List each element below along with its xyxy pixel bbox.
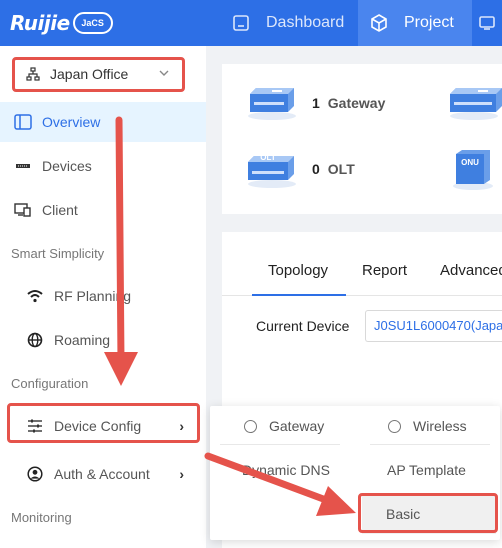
sidebar-item-rf-planning[interactable]: RF Planning: [0, 276, 206, 316]
sidebar-item-label: Auth & Account: [54, 466, 150, 482]
sidebar-item-overview[interactable]: Overview: [0, 102, 206, 142]
jacs-cloud-badge: JaCS: [72, 12, 113, 34]
chevron-right-icon: ›: [179, 466, 184, 482]
device-summary-card: 1 Gateway OLT 0 OLT ONU: [222, 64, 502, 214]
sliders-icon: [26, 417, 44, 435]
nav-more[interactable]: [472, 0, 502, 46]
sidebar-item-label: Device Config: [54, 418, 142, 434]
gateway-device-icon: [244, 84, 300, 127]
tab-bar: Topology Report Advanced: [222, 262, 502, 296]
chevron-down-icon: [158, 66, 170, 82]
nav-dashboard-label: Dashboard: [266, 14, 345, 31]
nav-project[interactable]: Project: [358, 0, 472, 46]
onu-device-icon: ONU: [450, 146, 496, 197]
top-navigation-bar: Ruijie JaCS Dashboard Project: [0, 0, 502, 46]
submenu-item-ap-template[interactable]: AP Template: [387, 462, 466, 478]
current-device-select[interactable]: J0SU1L6000470(Japan: [365, 310, 502, 342]
network-tree-icon: [26, 67, 42, 81]
olt-count: 0: [312, 161, 320, 177]
device-config-submenu: Gateway Wireless Dynamic DNS AP Template…: [210, 406, 500, 540]
section-title-monitoring: Monitoring: [11, 510, 72, 525]
submenu-item-gateway[interactable]: Gateway: [244, 418, 324, 434]
submenu-item-basic-bg: [362, 494, 496, 534]
submenu-item-label: Gateway: [269, 418, 325, 434]
onu-icon-label: ONU: [461, 158, 479, 167]
submenu-item-dynamic-dns[interactable]: Dynamic DNS: [242, 462, 330, 478]
gateway-count: 1: [312, 95, 320, 111]
sidebar-item-label: Roaming: [54, 332, 111, 348]
sidebar-item-devices[interactable]: Devices: [0, 146, 206, 186]
nav-project-label: Project: [404, 14, 454, 31]
section-title-configuration: Configuration: [11, 376, 89, 391]
client-devices-icon: [14, 201, 32, 219]
olt-device-icon: OLT: [244, 150, 300, 195]
tab-report[interactable]: Report: [362, 262, 407, 279]
globe-icon: [26, 331, 44, 349]
chevron-right-icon: ›: [179, 418, 184, 434]
overview-icon: [14, 113, 32, 131]
sidebar-item-label: Overview: [42, 114, 101, 130]
switch-device-icon: [14, 157, 32, 175]
divider: [370, 444, 490, 445]
gateway-stat[interactable]: 1 Gateway: [312, 95, 385, 111]
olt-stat[interactable]: 0 OLT: [312, 161, 355, 177]
olt-label: OLT: [327, 161, 355, 177]
home-icon: [230, 12, 252, 34]
olt-icon-label: OLT: [260, 153, 276, 162]
sidebar-item-label: RF Planning: [54, 288, 132, 304]
sidebar-item-label: Client: [42, 202, 78, 218]
sidebar: Japan Office Overview Devices Client Sma…: [0, 46, 206, 548]
wifi-icon: [26, 287, 44, 305]
sidebar-item-client[interactable]: Client: [0, 190, 206, 230]
sidebar-item-device-config[interactable]: Device Config ›: [0, 406, 206, 446]
site-selector[interactable]: Japan Office: [14, 58, 182, 90]
nav-dashboard[interactable]: Dashboard: [220, 0, 358, 46]
submenu-item-wireless[interactable]: Wireless: [388, 418, 467, 434]
sidebar-item-auth-account[interactable]: Auth & Account ›: [0, 454, 206, 494]
submenu-item-basic[interactable]: Basic: [386, 506, 420, 522]
active-tab-indicator: [252, 294, 346, 296]
ruijie-logo[interactable]: Ruijie JaCS: [10, 8, 113, 38]
brand-name: Ruijie: [10, 11, 70, 35]
monitor-icon: [476, 12, 498, 34]
current-device-label: Current Device: [256, 318, 350, 334]
switch-device-icon: [444, 84, 502, 127]
section-title-smart-simplicity: Smart Simplicity: [11, 246, 105, 261]
user-circle-icon: [26, 465, 44, 483]
sidebar-item-label: Devices: [42, 158, 92, 174]
cube-icon: [368, 12, 390, 34]
tab-advanced[interactable]: Advanced: [440, 262, 502, 279]
radio-icon: [388, 419, 401, 433]
sidebar-item-roaming[interactable]: Roaming: [0, 320, 206, 360]
site-selector-value: Japan Office: [50, 66, 129, 82]
radio-icon: [244, 419, 257, 433]
divider: [220, 444, 340, 445]
tab-topology[interactable]: Topology: [268, 262, 328, 279]
submenu-item-label: Wireless: [413, 418, 467, 434]
gateway-label: Gateway: [327, 95, 386, 111]
